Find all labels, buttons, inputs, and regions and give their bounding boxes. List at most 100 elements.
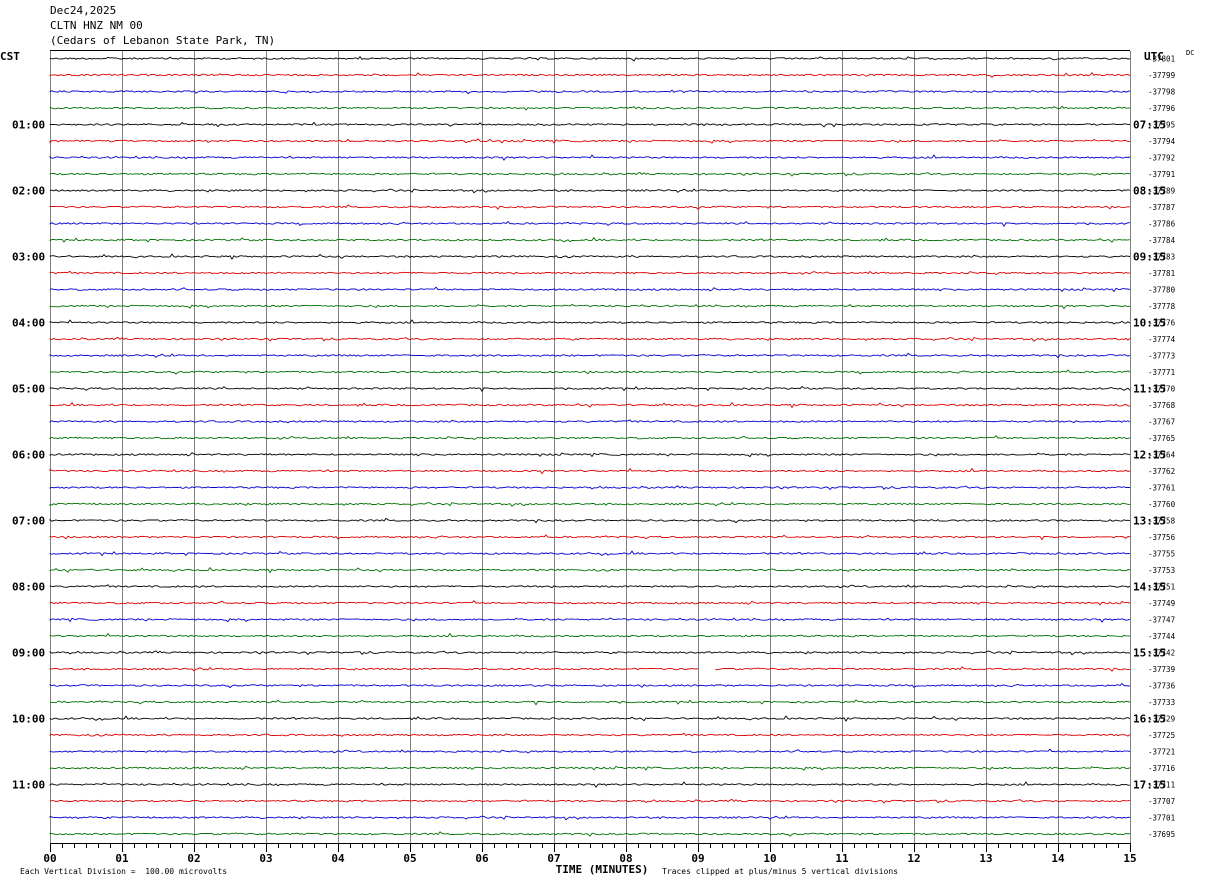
trace-line [49, 682, 1131, 689]
trace-line [49, 815, 1131, 821]
right-hour-label: 08:15 [1133, 185, 1166, 198]
dc-offset-label: -37695 [1148, 830, 1175, 839]
seismogram-trace [49, 485, 1131, 491]
seismogram-trace [49, 732, 1131, 737]
dc-offset-label: -37760 [1148, 500, 1176, 509]
trace-line [49, 584, 1131, 589]
right-timezone-label: UTC [1144, 50, 1164, 63]
seismogram-trace [49, 89, 1131, 95]
dc-offset-label: -37762 [1148, 467, 1175, 476]
dc-offset-label: -37701 [1148, 814, 1175, 823]
trace-line [49, 55, 1131, 62]
seismogram-trace [49, 566, 1131, 574]
trace-line [49, 831, 1131, 837]
trace-line [49, 270, 1131, 276]
right-hour-label: 13:15 [1133, 515, 1166, 528]
trace-line [49, 352, 1131, 359]
dc-offset-label: -37739 [1148, 665, 1175, 674]
left-hour-label: 03:00 [12, 251, 45, 264]
trace-line [49, 419, 1131, 424]
trace-line [49, 435, 1131, 441]
left-hour-label: 06:00 [12, 449, 45, 462]
seismogram-trace [49, 666, 1131, 672]
x-tick-label: 15 [1123, 852, 1136, 865]
trace-line [49, 236, 1131, 243]
dc-offset-label: -37784 [1148, 236, 1176, 245]
seismogram-trace [49, 336, 1131, 342]
trace-line [49, 138, 1131, 144]
trace-line [49, 105, 1131, 111]
helicorder-plot: -37801-37799-37798-37796-37795-37794-377… [12, 50, 1176, 876]
seismogram-trace [49, 270, 1131, 276]
left-hour-label: 09:00 [12, 647, 45, 660]
seismogram-trace [49, 534, 1131, 541]
seismogram-trace [49, 798, 1131, 804]
x-tick-label: 06 [475, 852, 489, 865]
dc-offset-label: -37771 [1148, 368, 1175, 377]
trace-line [49, 632, 1131, 638]
x-axis-title: TIME (MINUTES) [556, 863, 649, 876]
trace-line [49, 566, 1131, 574]
dc-offset-label: -37798 [1148, 88, 1176, 97]
seismogram-trace [49, 419, 1131, 424]
seismogram-trace [49, 286, 1131, 293]
seismogram-trace [49, 815, 1131, 821]
x-tick-label: 03 [259, 852, 272, 865]
dc-offset-label: -37791 [1148, 170, 1175, 179]
x-tick-label: 09 [691, 852, 704, 865]
seismogram-trace [49, 105, 1131, 111]
seismogram-trace [49, 55, 1131, 62]
trace-line [49, 154, 1131, 161]
dc-offset-label: -37781 [1148, 269, 1175, 278]
seismogram-trace [49, 319, 1131, 325]
trace-line [49, 666, 1131, 672]
seismogram-trace [49, 171, 1131, 177]
left-hour-label: 07:00 [12, 515, 45, 528]
seismogram-trace [49, 550, 1131, 557]
trace-line [49, 534, 1131, 541]
seismogram-trace [49, 452, 1131, 458]
scale-note: Each Vertical Division = 100.00 microvol… [20, 867, 228, 876]
seismogram-trace [49, 517, 1131, 524]
x-tick-label: 12 [907, 852, 920, 865]
dc-offset-label: -37716 [1148, 764, 1176, 773]
x-tick-label: 04 [331, 852, 345, 865]
station-code: CLTN HNZ NM 00 [50, 19, 143, 32]
trace-line [49, 467, 1131, 475]
trace-line [49, 715, 1131, 722]
seismogram-trace [49, 369, 1131, 375]
dc-offset-label: -37725 [1148, 731, 1175, 740]
seismogram-trace [49, 303, 1131, 310]
x-tick-label: 02 [187, 852, 200, 865]
right-hour-label: 09:15 [1133, 251, 1166, 264]
seismogram-trace [49, 188, 1131, 194]
seismogram-trace [49, 236, 1131, 243]
dc-offset-label: -37773 [1148, 352, 1175, 361]
dc-offset-label: -37747 [1148, 616, 1175, 625]
x-tick-label: 11 [835, 852, 849, 865]
right-hour-label: 11:15 [1133, 383, 1166, 396]
dc-offset-label: -37707 [1148, 797, 1175, 806]
seismogram-trace [49, 781, 1130, 788]
trace-line [49, 220, 1131, 228]
plot-date: Dec24,2025 [50, 4, 117, 17]
trace-line [49, 319, 1131, 325]
trace-line [49, 401, 1131, 409]
station-location: (Cedars of Lebanon State Park, TN) [50, 34, 276, 47]
trace-line [49, 650, 1131, 656]
left-hour-label: 01:00 [12, 119, 45, 132]
dc-offset-label: -37786 [1148, 220, 1176, 229]
trace-line [49, 188, 1131, 194]
trace-line [49, 501, 1131, 507]
dc-offset-label: -37767 [1148, 418, 1175, 427]
right-hour-label: 15:15 [1133, 647, 1166, 660]
seismogram-trace [49, 632, 1131, 638]
clip-note: Traces clipped at plus/minus 5 vertical … [662, 867, 899, 876]
seismogram-trace [49, 220, 1131, 228]
trace-line [49, 385, 1131, 393]
trace-line [49, 452, 1131, 458]
trace-line [49, 732, 1131, 737]
left-hour-label: 02:00 [12, 185, 45, 198]
trace-line [49, 781, 1130, 788]
seismogram-trace [49, 715, 1131, 722]
